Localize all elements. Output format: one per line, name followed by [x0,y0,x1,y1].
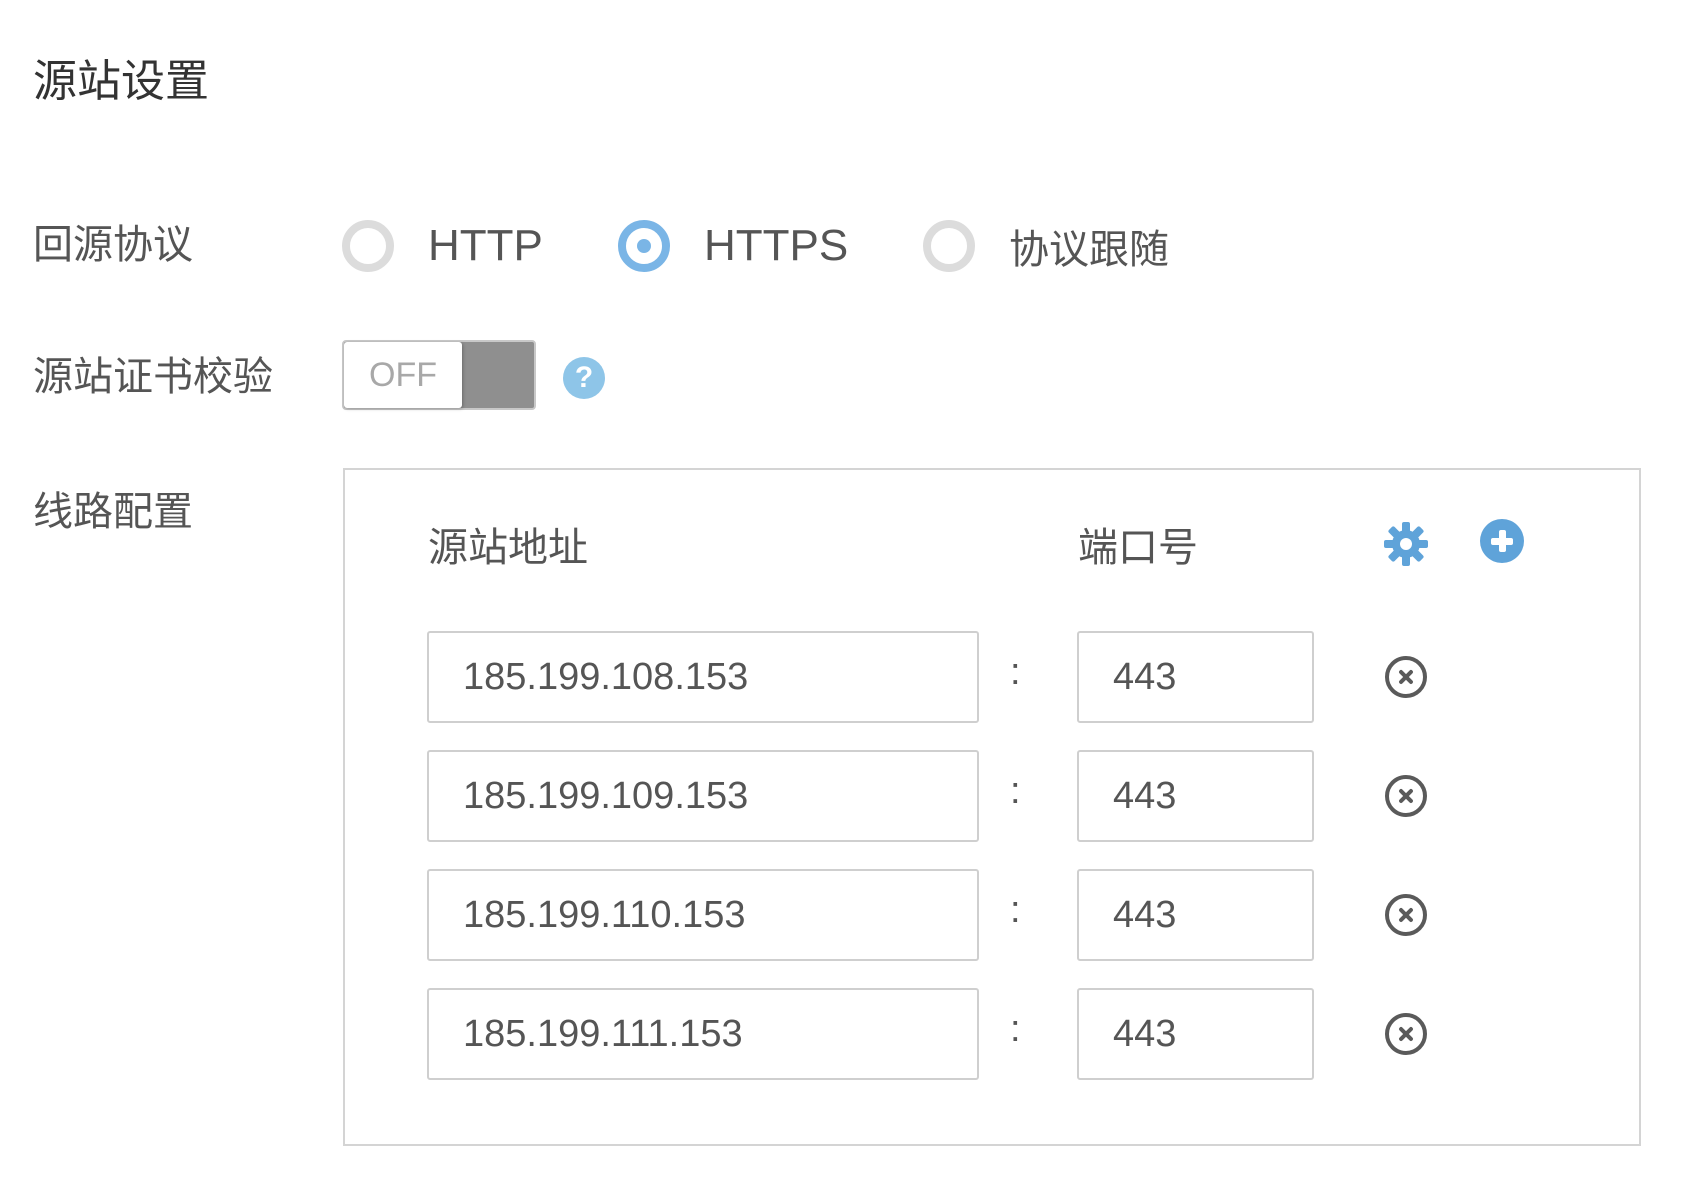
port-column-header: 端口号 [1078,525,1198,571]
port-input[interactable] [1077,750,1314,842]
question-circle-icon[interactable]: ? [563,357,605,399]
port-input[interactable] [1077,988,1314,1080]
close-circle-icon[interactable] [1385,1013,1427,1055]
lines-config-label: 线路配置 [33,489,193,535]
radio-option-protocol-follow[interactable]: 协议跟随 [923,218,1169,274]
port-input[interactable] [1077,631,1314,723]
gear-icon[interactable] [1383,521,1429,567]
close-circle-icon[interactable] [1385,894,1427,936]
address-input[interactable] [427,750,979,842]
address-input[interactable] [427,869,979,961]
line-row: : [0,869,1690,961]
line-row: : [0,988,1690,1080]
separator: : [1010,1008,1021,1050]
line-row: : [0,750,1690,842]
address-column-header: 源站地址 [428,525,588,571]
radio-label-http: HTTP [428,221,543,270]
plus-circle-icon[interactable] [1480,519,1524,563]
radio-button-https[interactable] [618,220,670,272]
cert-check-label: 源站证书校验 [33,354,273,400]
line-row: : [0,631,1690,723]
separator: : [1010,651,1021,693]
close-circle-icon[interactable] [1385,656,1427,698]
radio-option-https[interactable]: HTTPS [618,218,848,274]
radio-label-protocol-follow: 协议跟随 [1009,227,1169,273]
radio-option-http[interactable]: HTTP [342,218,543,274]
page-title: 源站设置 [33,56,209,107]
cert-check-toggle[interactable]: OFF [342,340,536,410]
protocol-label: 回源协议 [33,222,193,268]
address-input[interactable] [427,631,979,723]
port-input[interactable] [1077,869,1314,961]
separator: : [1010,889,1021,931]
toggle-knob: OFF [344,342,462,408]
radio-label-https: HTTPS [704,221,849,270]
radio-button-protocol-follow[interactable] [923,220,975,272]
close-circle-icon[interactable] [1385,775,1427,817]
address-input[interactable] [427,988,979,1080]
radio-button-http[interactable] [342,220,394,272]
separator: : [1010,770,1021,812]
